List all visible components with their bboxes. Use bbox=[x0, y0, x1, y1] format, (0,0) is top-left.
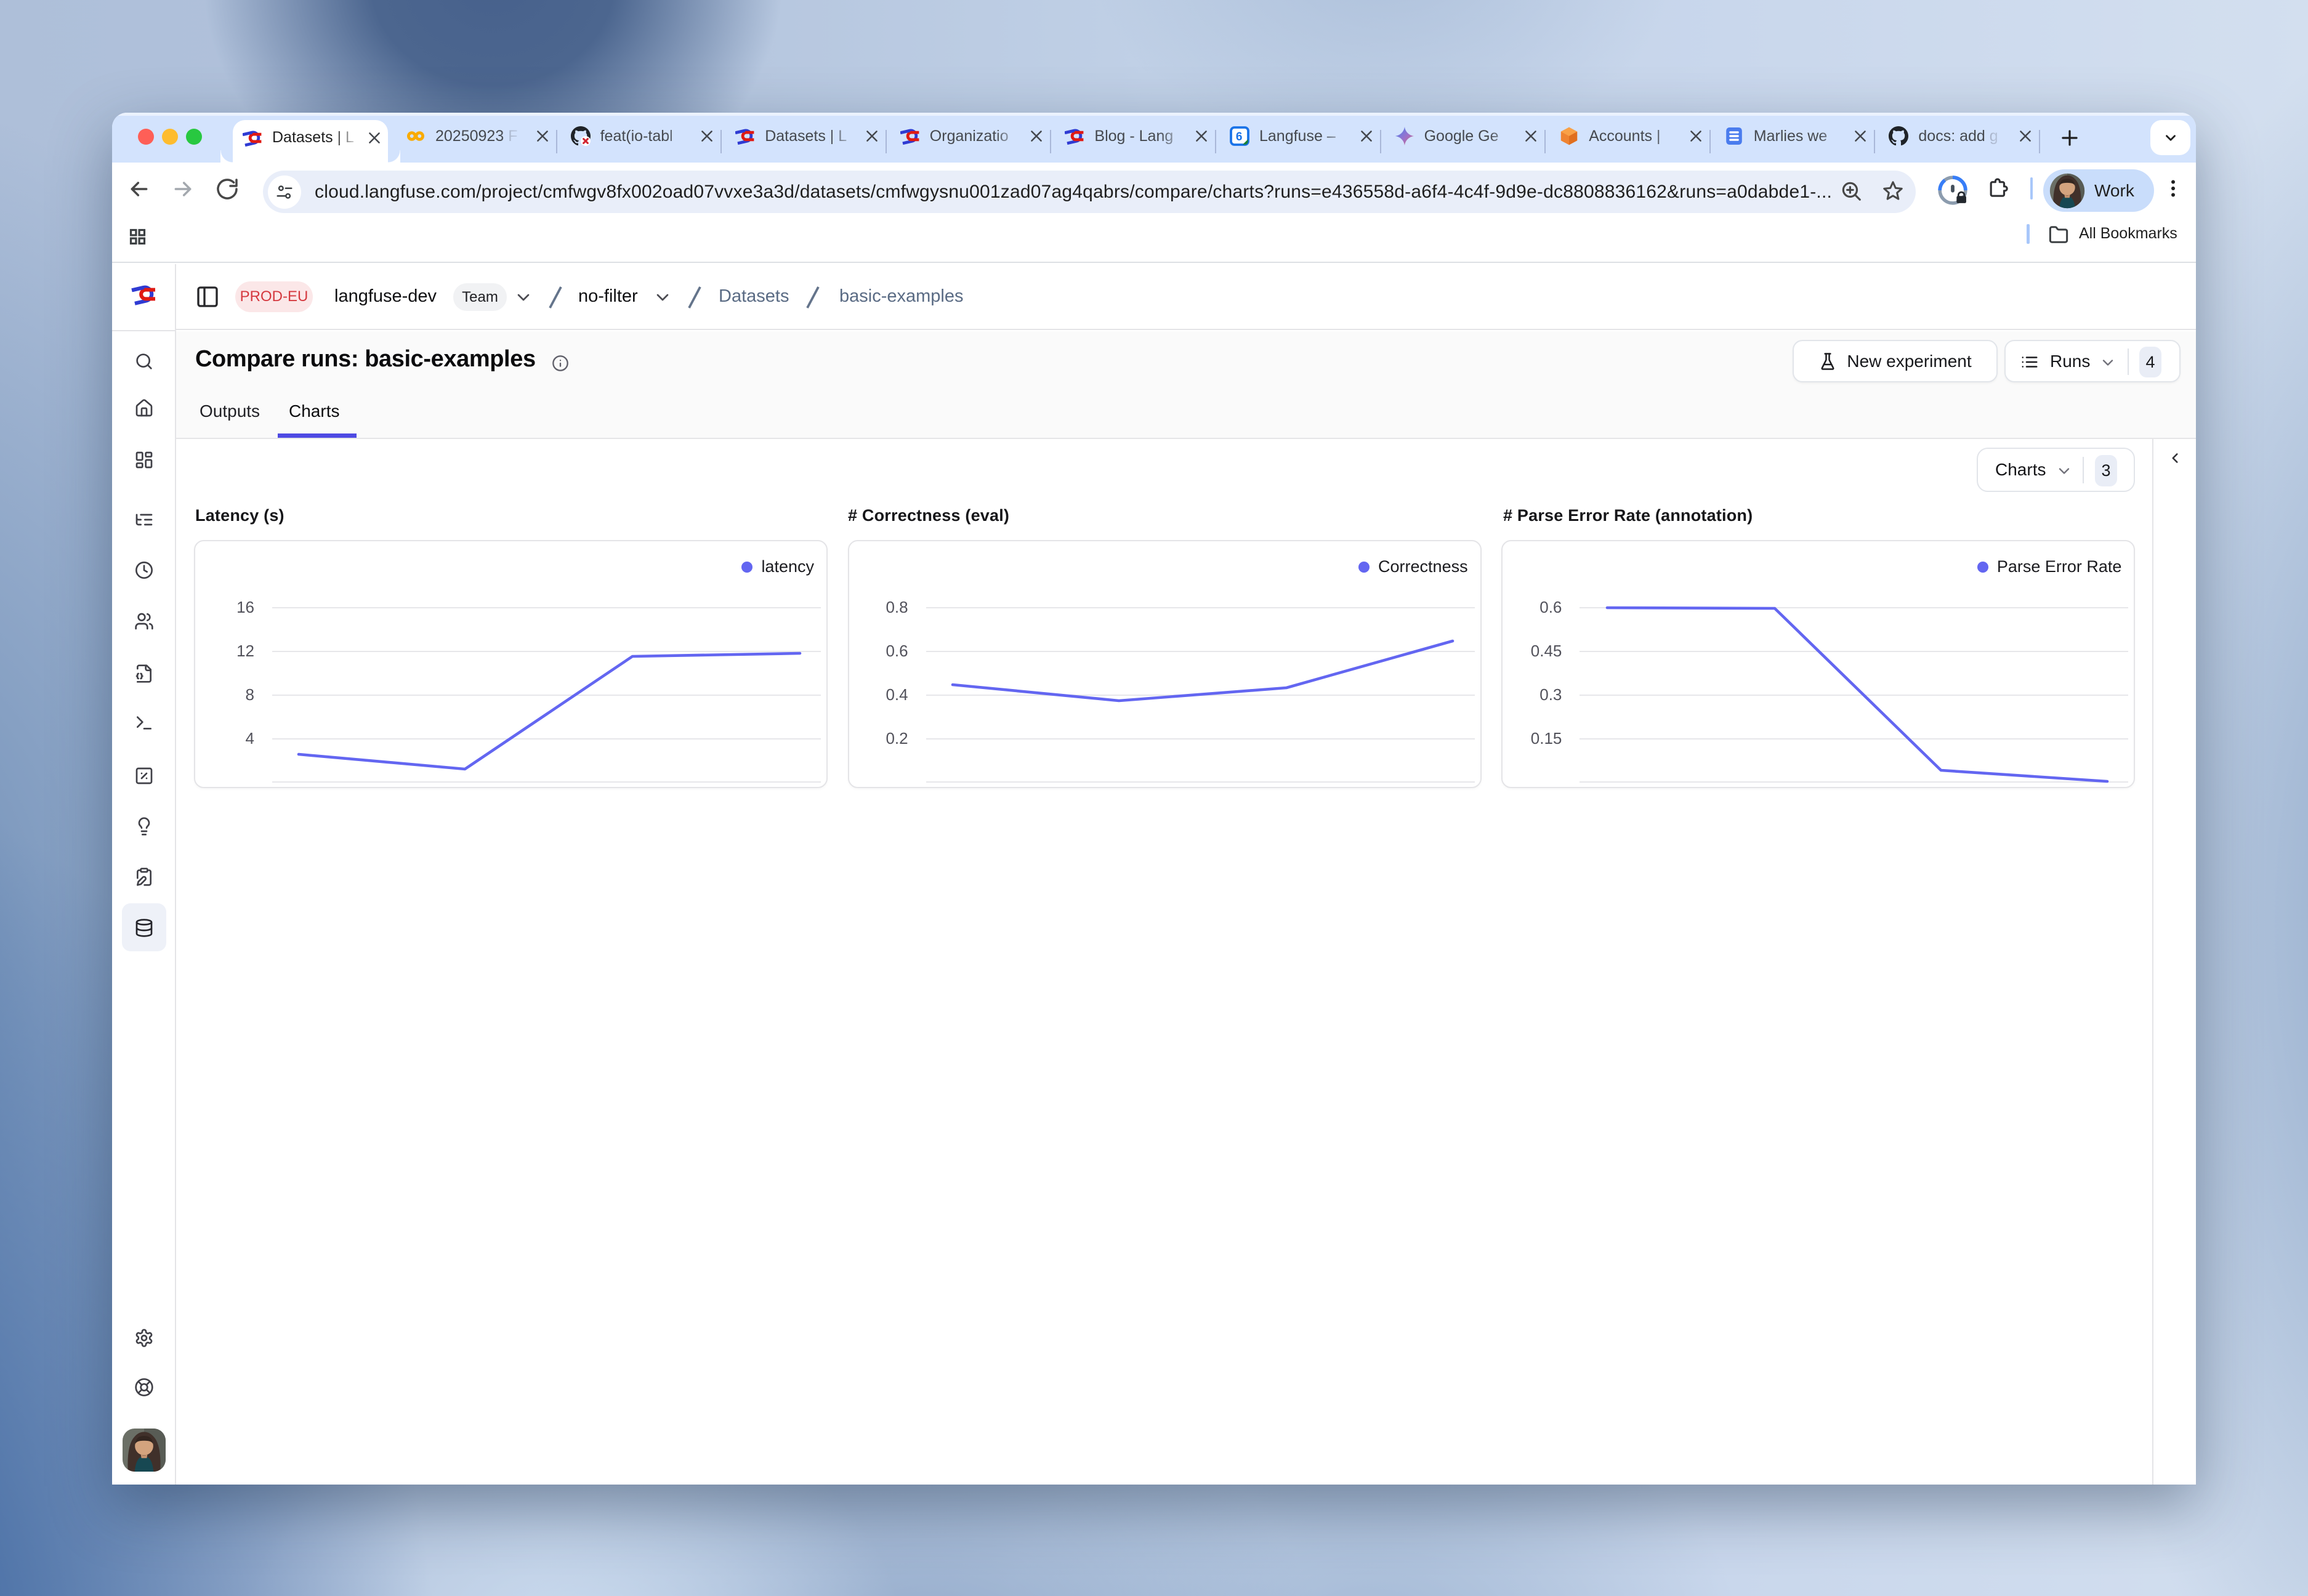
svg-text:6: 6 bbox=[1236, 131, 1243, 143]
